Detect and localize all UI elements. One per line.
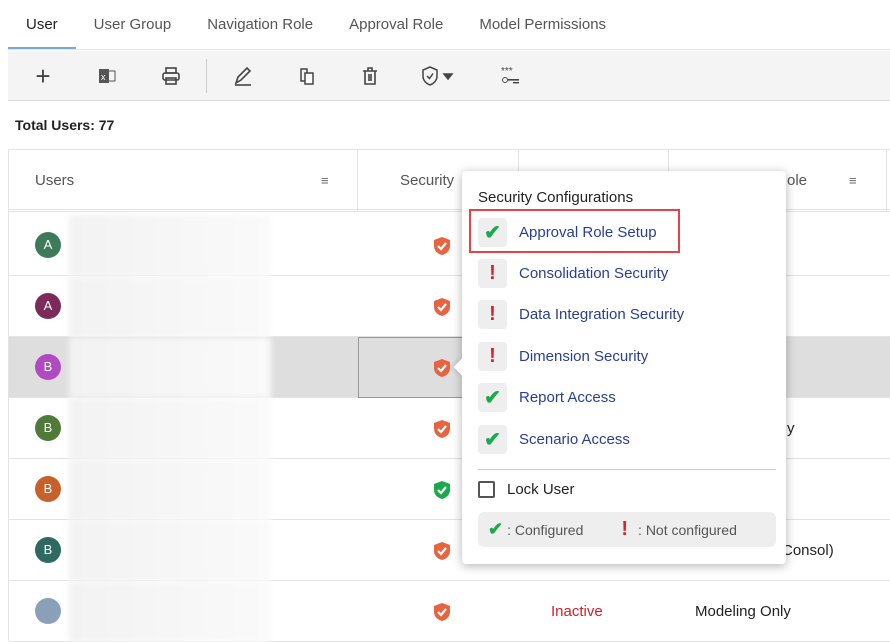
status-cell: Inactive: [551, 603, 603, 620]
security-shield-icon[interactable]: [433, 602, 451, 622]
security-shield-icon[interactable]: [433, 297, 451, 317]
legend-configured: : Configured: [507, 521, 584, 538]
security-config-item[interactable]: ! Consolidation Security: [478, 258, 668, 288]
blurred-user-name: [69, 581, 271, 642]
selected-cell[interactable]: [358, 337, 468, 398]
status-legend: ✔ : Configured ! : Not configured: [478, 512, 776, 547]
plus-icon[interactable]: +: [30, 61, 56, 91]
password-key-icon[interactable]: ***: [498, 63, 524, 89]
security-shield-icon[interactable]: [433, 236, 451, 256]
filter-icon[interactable]: ≡: [849, 150, 857, 212]
role-cell: Modeling Only: [695, 603, 791, 620]
avatar: B: [35, 476, 61, 502]
toolbar-divider: [206, 59, 207, 93]
config-item-label[interactable]: Data Integration Security: [519, 306, 684, 323]
tab-bar: User User Group Navigation Role Approval…: [8, 0, 890, 50]
blurred-user-name: [69, 215, 271, 276]
highlight-box: [469, 209, 680, 253]
check-icon: ✔: [488, 519, 504, 539]
config-item-label[interactable]: Scenario Access: [519, 431, 630, 448]
avatar: A: [35, 232, 61, 258]
security-shield-icon[interactable]: [433, 541, 451, 561]
column-role-label: ole: [787, 172, 808, 189]
role-cell: y: [787, 420, 795, 437]
security-shield-icon[interactable]: [433, 419, 451, 439]
svg-text:x: x: [101, 72, 106, 82]
svg-text:***: ***: [501, 66, 513, 77]
exclamation-icon: !: [478, 258, 507, 288]
lock-user-label: Lock User: [507, 481, 575, 498]
check-icon: ✔: [478, 424, 507, 454]
blurred-user-name: [69, 276, 271, 337]
exclamation-icon: !: [478, 300, 507, 330]
role-cell: Consol): [782, 542, 834, 559]
security-config-item[interactable]: ✔ Scenario Access: [478, 424, 630, 454]
delete-icon[interactable]: [357, 63, 383, 89]
exclamation-icon: !: [621, 518, 629, 540]
blurred-user-name: [69, 520, 271, 581]
table-row[interactable]: Inactive Modeling Only: [9, 581, 890, 642]
exclamation-icon: !: [478, 341, 507, 371]
avatar: B: [35, 354, 61, 380]
toolbar: + x ***: [8, 51, 890, 101]
total-users: Total Users: 77: [15, 117, 115, 133]
blurred-user-name: [69, 459, 271, 520]
avatar: B: [35, 415, 61, 441]
tab-navigation-role[interactable]: Navigation Role: [189, 0, 331, 49]
legend-not-configured: : Not configured: [638, 521, 737, 538]
avatar: A: [35, 293, 61, 319]
copy-icon[interactable]: [294, 63, 320, 89]
config-item-label[interactable]: Consolidation Security: [519, 265, 668, 282]
popup-title: Security Configurations: [478, 189, 634, 206]
column-users[interactable]: Users ≡: [9, 150, 358, 212]
checkbox-icon[interactable]: [478, 481, 495, 498]
tab-model-permissions[interactable]: Model Permissions: [461, 0, 624, 49]
config-item-label[interactable]: Dimension Security: [519, 348, 648, 365]
security-config-item[interactable]: ! Data Integration Security: [478, 300, 684, 330]
security-shield-icon[interactable]: [433, 480, 451, 500]
tab-approval-role[interactable]: Approval Role: [331, 0, 461, 49]
avatar: [35, 598, 61, 624]
config-item-label[interactable]: Report Access: [519, 389, 616, 406]
filter-icon[interactable]: ≡: [321, 150, 329, 212]
edit-icon[interactable]: [230, 63, 256, 89]
blurred-user-name: [69, 337, 271, 398]
tab-user[interactable]: User: [8, 0, 76, 49]
blurred-user-name: [69, 398, 271, 459]
tab-user-group[interactable]: User Group: [76, 0, 190, 49]
check-icon: ✔: [478, 383, 507, 413]
popup-divider: [478, 469, 776, 470]
column-users-label: Users: [35, 172, 75, 189]
shield-dropdown-icon[interactable]: [420, 63, 460, 89]
print-icon[interactable]: [158, 63, 184, 89]
security-config-item[interactable]: ✔ Report Access: [478, 383, 616, 413]
avatar: B: [35, 537, 61, 563]
security-shield-icon[interactable]: [433, 358, 451, 378]
lock-user-checkbox[interactable]: Lock User: [478, 481, 575, 498]
security-config-item[interactable]: ! Dimension Security: [478, 341, 648, 371]
excel-icon[interactable]: x: [94, 63, 120, 89]
